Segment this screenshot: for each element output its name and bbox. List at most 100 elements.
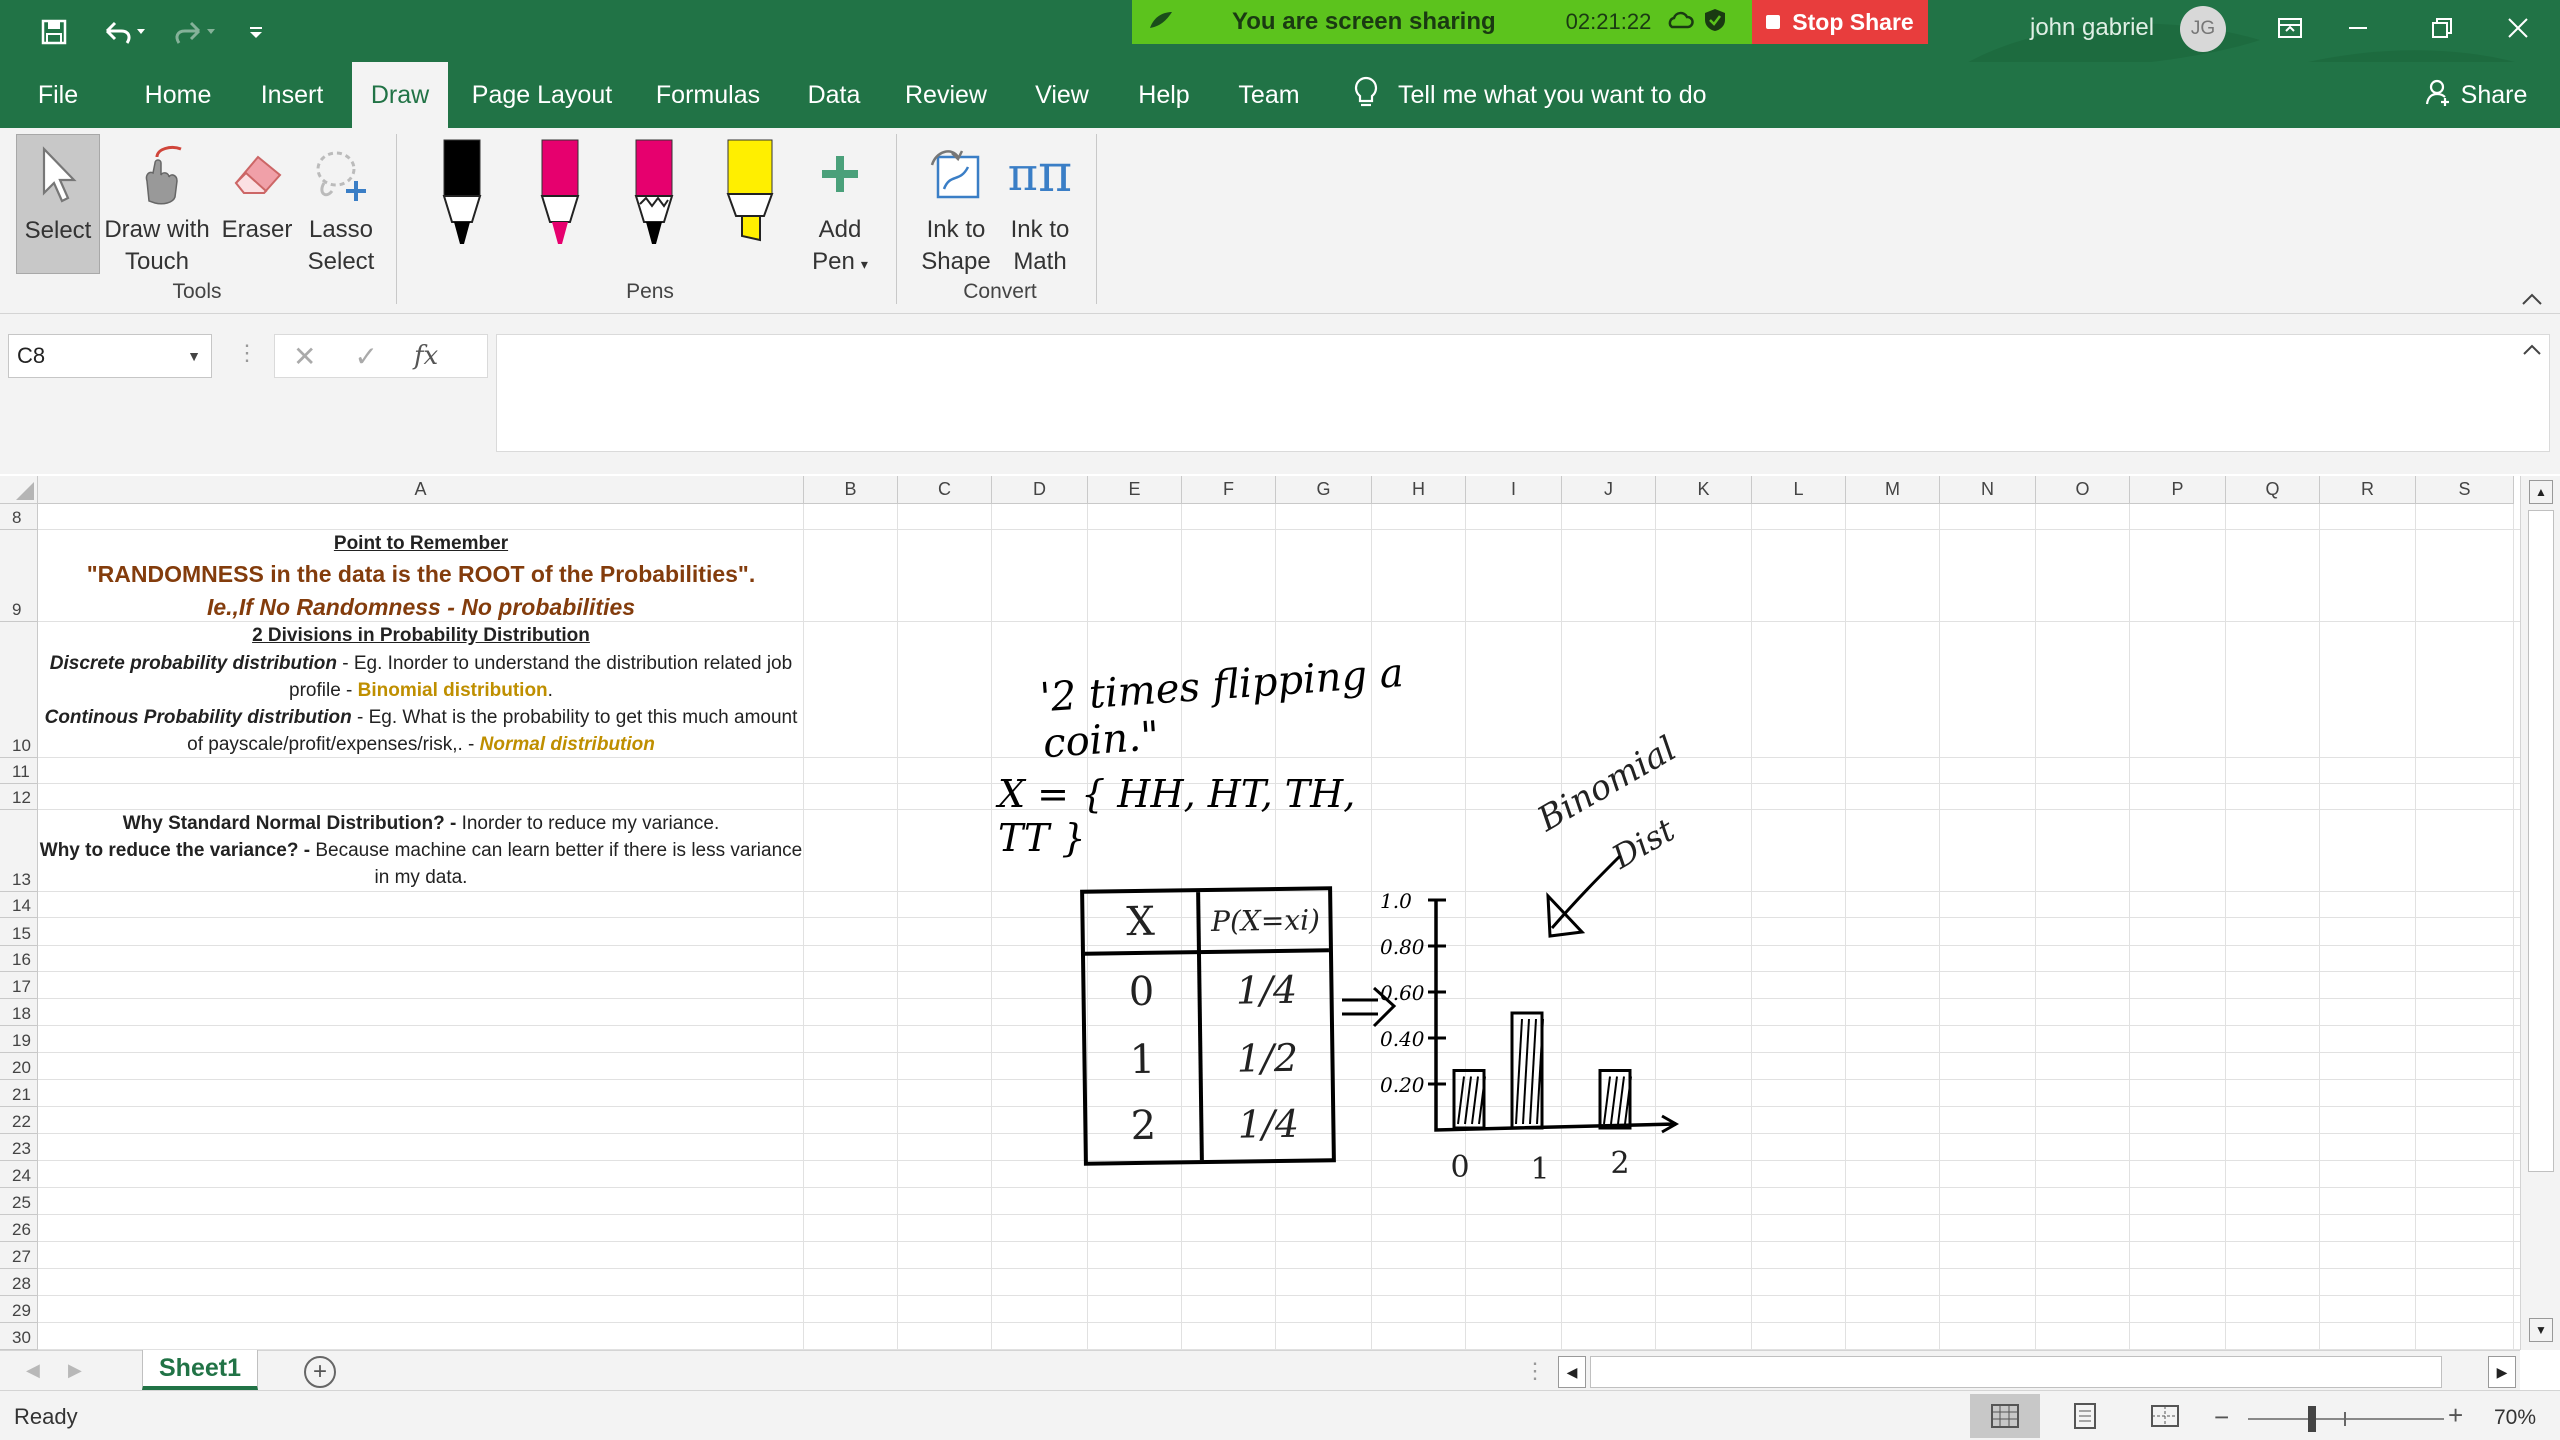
stop-share-button[interactable]: Stop Share	[1752, 0, 1928, 44]
tab-split-handle[interactable]: ⋮	[1524, 1358, 1546, 1384]
ink-table[interactable]: X P(X=xi) 0 1/4 1 1/2 2 1/4	[1080, 886, 1336, 1166]
tab-formulas[interactable]: Formulas	[644, 62, 772, 128]
column-header-l[interactable]: L	[1752, 476, 1846, 504]
zoom-level[interactable]: 70%	[2494, 1406, 2536, 1430]
page-layout-view-icon[interactable]	[2060, 1396, 2110, 1436]
tab-page-layout[interactable]: Page Layout	[462, 62, 622, 128]
sheet-tab-sheet1[interactable]: Sheet1	[142, 1350, 258, 1390]
zoom-in-icon[interactable]: +	[2448, 1400, 2463, 1431]
column-header-b[interactable]: B	[804, 476, 898, 504]
formula-bar-handle[interactable]: ⋮	[236, 340, 258, 372]
column-header-m[interactable]: M	[1846, 476, 1940, 504]
tab-file[interactable]: File	[18, 62, 98, 128]
row-header-23[interactable]: 23	[0, 1134, 38, 1161]
select-button[interactable]: Select	[16, 134, 100, 274]
new-sheet-icon[interactable]: +	[304, 1356, 336, 1388]
column-header-n[interactable]: N	[1940, 476, 2036, 504]
vertical-scroll-thumb[interactable]	[2528, 510, 2554, 1172]
cancel-icon[interactable]: ✕	[293, 340, 316, 373]
zoom-slider[interactable]	[2248, 1418, 2444, 1420]
row-header-20[interactable]: 20	[0, 1053, 38, 1080]
row-header-9[interactable]: 9	[0, 530, 38, 622]
pen-pink-galaxy[interactable]	[624, 136, 684, 256]
column-header-a[interactable]: A	[38, 476, 804, 504]
insert-function-icon[interactable]: fx	[414, 341, 438, 371]
tab-insert[interactable]: Insert	[244, 62, 340, 128]
tell-me-box[interactable]: Tell me what you want to do	[1352, 62, 1752, 128]
tab-data[interactable]: Data	[794, 62, 874, 128]
column-header-r[interactable]: R	[2320, 476, 2416, 504]
row-header-24[interactable]: 24	[0, 1161, 38, 1188]
ink-set[interactable]: X = { HH, HT, TH, TT }	[998, 772, 1398, 860]
normal-view-icon[interactable]	[1970, 1394, 2040, 1438]
column-header-i[interactable]: I	[1466, 476, 1562, 504]
formula-input[interactable]	[496, 334, 2550, 452]
redo-icon[interactable]	[164, 14, 224, 50]
row-header-21[interactable]: 21	[0, 1080, 38, 1107]
tab-review[interactable]: Review	[896, 62, 996, 128]
name-box[interactable]: C8 ▼	[8, 334, 212, 378]
save-icon[interactable]	[34, 14, 74, 50]
lasso-select-button[interactable]: Lasso Select	[300, 134, 382, 275]
row-header-18[interactable]: 18	[0, 999, 38, 1026]
zoom-slider-handle[interactable]	[2308, 1406, 2316, 1432]
row-header-16[interactable]: 16	[0, 946, 38, 972]
select-all-corner[interactable]	[0, 476, 38, 504]
scroll-left-icon[interactable]: ◀	[1558, 1356, 1586, 1388]
scroll-down-icon[interactable]: ▼	[2529, 1318, 2553, 1342]
scroll-sheets-left-icon[interactable]: ◀	[26, 1360, 40, 1381]
zoom-out-icon[interactable]: −	[2214, 1402, 2229, 1433]
scroll-right-icon[interactable]: ▶	[2488, 1356, 2516, 1388]
column-header-o[interactable]: O	[2036, 476, 2130, 504]
scroll-sheets-right-icon[interactable]: ▶	[68, 1360, 82, 1381]
column-header-k[interactable]: K	[1656, 476, 1752, 504]
row-header-17[interactable]: 17	[0, 972, 38, 999]
customize-quick-access-icon[interactable]	[238, 14, 274, 50]
column-header-p[interactable]: P	[2130, 476, 2226, 504]
close-icon[interactable]	[2476, 0, 2560, 56]
column-header-f[interactable]: F	[1182, 476, 1276, 504]
row-header-14[interactable]: 14	[0, 892, 38, 918]
row-header-13[interactable]: 13	[0, 810, 38, 892]
row-header-11[interactable]: 11	[0, 758, 38, 784]
ink-to-math-button[interactable]: ππ Ink to Math	[998, 134, 1082, 275]
row-header-22[interactable]: 22	[0, 1107, 38, 1134]
column-header-g[interactable]: G	[1276, 476, 1372, 504]
collapse-ribbon-icon[interactable]	[2518, 288, 2546, 310]
enter-check-icon[interactable]: ✓	[354, 340, 377, 373]
tab-home[interactable]: Home	[128, 62, 228, 128]
scroll-up-icon[interactable]: ▲	[2529, 480, 2553, 504]
horizontal-scroll-thumb[interactable]	[1590, 1356, 2442, 1388]
row-header-15[interactable]: 15	[0, 918, 38, 946]
pen-pink[interactable]	[530, 136, 590, 256]
row-header-10[interactable]: 10	[0, 622, 38, 758]
row-header-12[interactable]: 12	[0, 784, 38, 810]
draw-with-touch-button[interactable]: Draw with Touch	[102, 134, 212, 275]
row-header-29[interactable]: 29	[0, 1296, 38, 1323]
tab-help[interactable]: Help	[1124, 62, 1204, 128]
column-header-h[interactable]: H	[1372, 476, 1466, 504]
row-header-19[interactable]: 19	[0, 1026, 38, 1053]
share-button[interactable]: Share	[2416, 62, 2536, 128]
chevron-down-icon[interactable]: ▼	[187, 348, 201, 364]
undo-icon[interactable]	[94, 14, 154, 50]
row-header-28[interactable]: 28	[0, 1269, 38, 1296]
tab-draw[interactable]: Draw	[352, 62, 448, 128]
column-header-e[interactable]: E	[1088, 476, 1182, 504]
row-header-25[interactable]: 25	[0, 1188, 38, 1215]
row-header-27[interactable]: 27	[0, 1242, 38, 1269]
highlighter-yellow[interactable]	[720, 136, 780, 256]
column-header-d[interactable]: D	[992, 476, 1088, 504]
column-header-c[interactable]: C	[898, 476, 992, 504]
collapse-formula-bar-icon[interactable]	[2520, 340, 2544, 362]
column-header-j[interactable]: J	[1562, 476, 1656, 504]
pen-black[interactable]	[432, 136, 492, 256]
add-pen-button[interactable]: Add Pen ▾	[802, 134, 878, 275]
vertical-scrollbar[interactable]: ▲ ▼	[2520, 476, 2560, 1350]
restore-icon[interactable]	[2400, 0, 2484, 56]
tab-view[interactable]: View	[1022, 62, 1102, 128]
ink-to-shape-button[interactable]: Ink to Shape	[916, 134, 996, 275]
eraser-button[interactable]: Eraser	[214, 134, 300, 274]
row-header-8[interactable]: 8	[0, 504, 38, 530]
row-header-26[interactable]: 26	[0, 1215, 38, 1242]
